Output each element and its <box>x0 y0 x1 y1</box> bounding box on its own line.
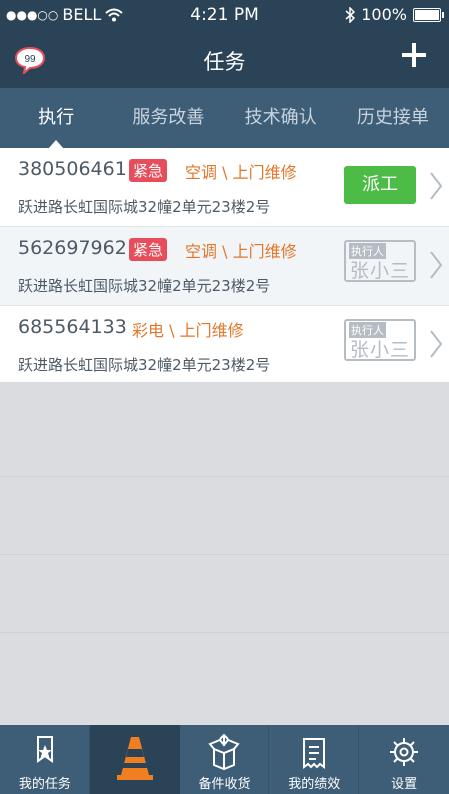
battery-percent: 100% <box>361 5 407 24</box>
gear-icon <box>390 738 419 766</box>
status-bar: ●●●○○ BELL 4:21 PM 100% <box>0 0 449 30</box>
battery-icon <box>413 7 444 22</box>
executor-stamp: 执行人 张小三 <box>344 240 416 282</box>
tab-tech-confirm[interactable]: 技术确认 <box>225 88 337 148</box>
executor-name: 张小三 <box>349 339 410 361</box>
executor-stamp: 执行人 张小三 <box>344 319 416 361</box>
tab-bar: 执行 服务改善 技术确认 历史接单 <box>0 88 449 149</box>
task-address: 跃进路长虹国际城32幢2单元23楼2号 <box>18 356 271 374</box>
status-right: 100% <box>345 5 444 24</box>
urgent-badge: 紧急 <box>129 238 168 261</box>
divider <box>0 632 449 633</box>
tab-label: 我的任务 <box>18 777 71 792</box>
package-icon <box>208 733 241 771</box>
task-address: 跃进路长虹国际城32幢2单元23楼2号 <box>18 277 271 295</box>
urgent-badge: 紧急 <box>129 159 168 182</box>
bluetooth-icon <box>345 6 356 23</box>
task-category: 空调 \ 上门维修 <box>185 242 297 261</box>
tab-execute[interactable]: 执行 <box>0 88 112 149</box>
task-row[interactable]: 380506461 紧急 空调 \ 上门维修 跃进路长虹国际城32幢2单元23楼… <box>0 148 449 227</box>
task-row[interactable]: 685564133 彩电 \ 上门维修 跃进路长虹国际城32幢2单元23楼2号 … <box>0 306 449 385</box>
bookmark-star-icon <box>36 736 53 763</box>
tab-my-performance[interactable]: 我的绩效 <box>269 725 360 794</box>
dispatch-button[interactable]: 派工 <box>344 166 416 204</box>
tab-my-tasks[interactable]: 我的任务 <box>0 725 90 794</box>
task-category: 彩电 \ 上门维修 <box>132 321 244 340</box>
tab-label: 设置 <box>391 777 418 792</box>
add-task-icon[interactable] <box>399 40 429 70</box>
tab-label: 我的绩效 <box>288 777 341 792</box>
task-number: 685564133 <box>18 316 127 338</box>
task-category: 空调 \ 上门维修 <box>185 163 297 182</box>
divider <box>0 554 449 555</box>
chevron-right-icon <box>430 330 443 358</box>
chevron-right-icon <box>430 251 443 279</box>
chevron-right-icon <box>430 172 443 200</box>
empty-area <box>0 382 449 725</box>
nav-bar: 99 任务 <box>0 34 449 86</box>
task-number: 380506461 <box>18 158 127 180</box>
header: ●●●○○ BELL 4:21 PM 100% 99 任务 执行 服务改善 技术… <box>0 0 449 149</box>
divider <box>0 476 449 477</box>
task-address: 跃进路长虹国际城32幢2单元23楼2号 <box>18 198 271 216</box>
executor-name: 张小三 <box>349 260 410 282</box>
bottom-tab-bar: 我的任务 备件收货 我的绩效 设置 <box>0 725 449 794</box>
tab-label: 备件收货 <box>198 777 251 792</box>
receipt-icon <box>303 738 326 769</box>
tab-service-improve[interactable]: 服务改善 <box>112 88 224 148</box>
task-row[interactable]: 562697962 紧急 空调 \ 上门维修 跃进路长虹国际城32幢2单元23楼… <box>0 227 449 306</box>
page-title: 任务 <box>203 50 246 74</box>
tab-parts-receive[interactable]: 备件收货 <box>180 725 270 794</box>
tab-history[interactable]: 历史接单 <box>337 88 449 148</box>
task-list: 380506461 紧急 空调 \ 上门维修 跃进路长虹国际城32幢2单元23楼… <box>0 148 449 385</box>
task-number: 562697962 <box>18 237 127 259</box>
traffic-cone-icon <box>116 737 153 780</box>
tab-settings[interactable]: 设置 <box>359 725 449 794</box>
tab-center[interactable] <box>89 725 180 794</box>
